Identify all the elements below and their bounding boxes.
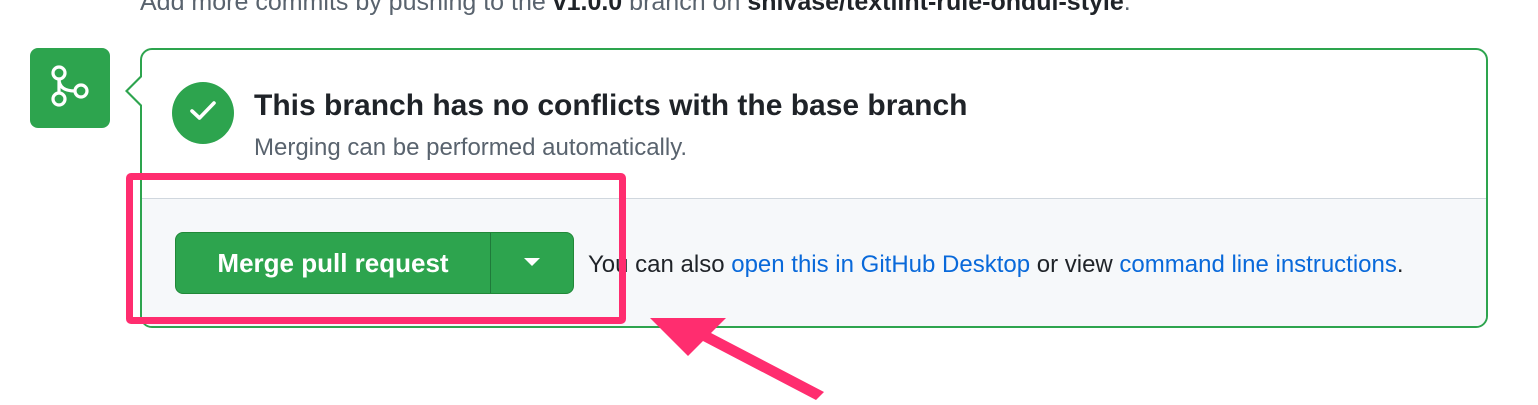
merge-box-pointer-fill bbox=[128, 77, 142, 105]
instruction-text-middle: branch on bbox=[622, 0, 748, 16]
git-merge-icon bbox=[50, 64, 90, 113]
status-check-badge bbox=[172, 82, 234, 144]
instruction-line: Add more commits by pushing to the v1.0.… bbox=[140, 0, 1131, 20]
status-subtitle: Merging can be performed automatically. bbox=[254, 134, 688, 161]
merge-status: This branch has no conflicts with the ba… bbox=[172, 82, 967, 164]
highlight-annotation-box bbox=[126, 173, 626, 324]
status-title: This branch has no conflicts with the ba… bbox=[254, 89, 968, 122]
branch-name: v1.0.0 bbox=[552, 0, 623, 16]
help-middle: or view bbox=[1030, 251, 1120, 278]
instruction-text-before: Add more commits by pushing to the bbox=[140, 0, 553, 16]
arrow-annotation bbox=[640, 300, 840, 405]
help-suffix: . bbox=[1396, 251, 1404, 278]
status-text: This branch has no conflicts with the ba… bbox=[254, 88, 967, 164]
github-desktop-link[interactable]: open this in GitHub Desktop bbox=[731, 251, 1030, 278]
merge-help-text: You can also open this in GitHub Desktop… bbox=[588, 249, 1404, 281]
instruction-text-after: . bbox=[1123, 0, 1131, 16]
git-merge-badge bbox=[30, 48, 110, 128]
check-icon bbox=[189, 100, 217, 127]
command-line-instructions-link[interactable]: command line instructions bbox=[1119, 251, 1396, 278]
repo-name: shivase/textlint-rule-ondul-style bbox=[747, 0, 1124, 16]
